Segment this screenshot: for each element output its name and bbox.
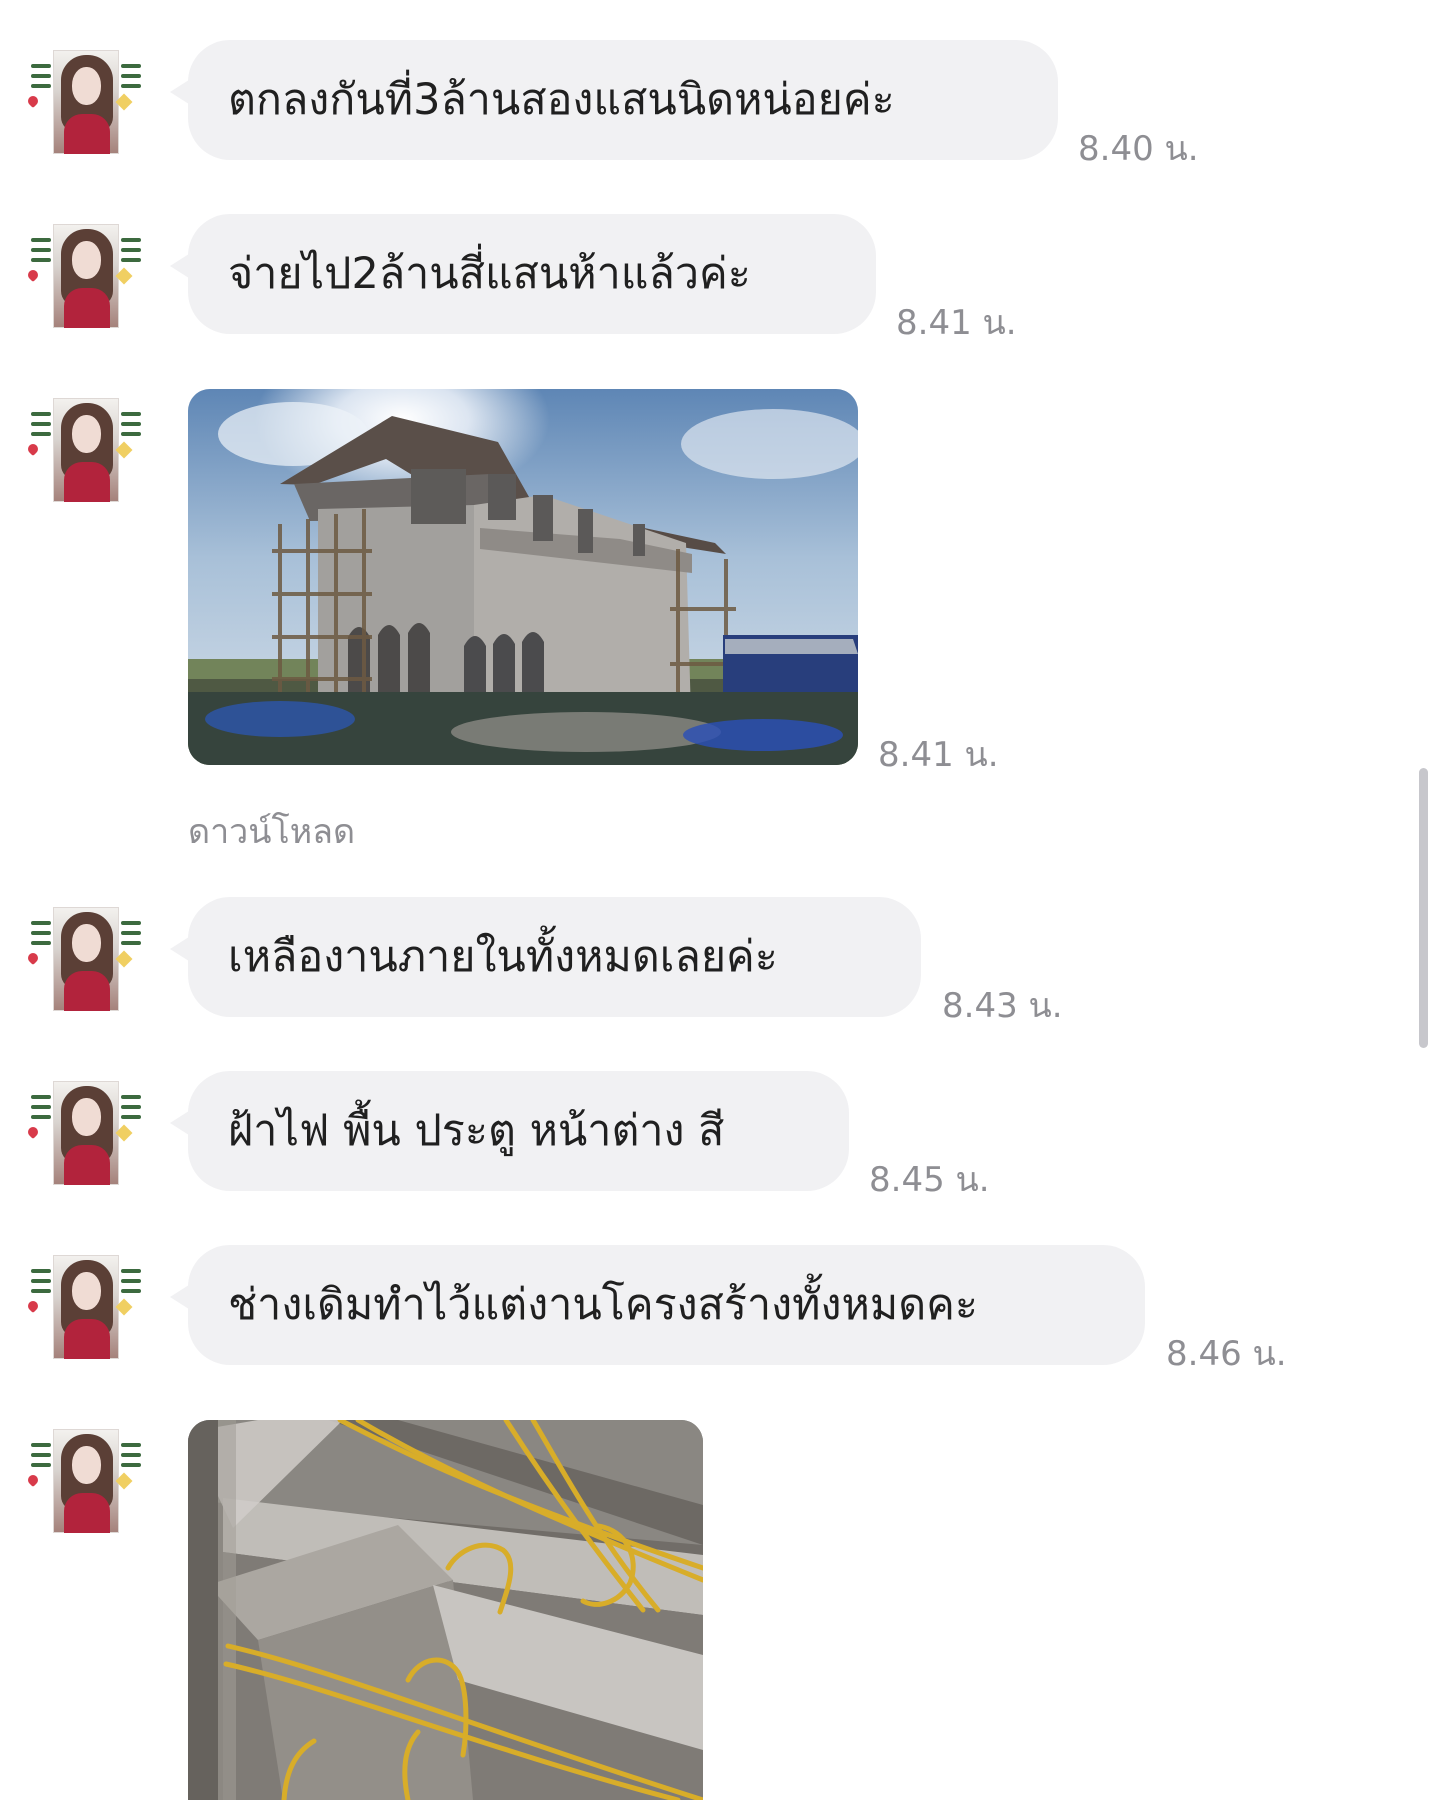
avatar-sticker-right <box>115 915 144 1005</box>
avatar-sticker-left <box>28 1263 54 1353</box>
sender-avatar[interactable] <box>28 1429 150 1533</box>
avatar-photo <box>53 907 119 1011</box>
message-time: 8.41 น. <box>878 735 999 775</box>
message-bubble[interactable]: ตกลงกันที่3ล้านสองแสนนิดหน่อยค่ะ <box>170 40 1058 160</box>
download-link[interactable]: ดาวน์โหลด <box>188 804 355 858</box>
avatar-sticker-right <box>115 232 144 322</box>
avatar-sticker-left <box>28 58 54 148</box>
avatar-sticker-left <box>28 1437 54 1527</box>
avatar-sticker-right <box>115 1089 144 1179</box>
message-time: 8.41 น. <box>896 303 1017 343</box>
sender-avatar[interactable] <box>28 398 150 502</box>
avatar-photo <box>53 1255 119 1359</box>
ceiling-conduits-image <box>188 1420 703 1800</box>
avatar-sticker-left <box>28 915 54 1005</box>
sender-avatar[interactable] <box>28 50 150 154</box>
avatar-sticker-left <box>28 232 54 322</box>
sender-avatar[interactable] <box>28 224 150 328</box>
avatar-photo <box>53 398 119 502</box>
avatar-sticker-right <box>115 1437 144 1527</box>
avatar-photo <box>53 224 119 328</box>
avatar-photo <box>53 1081 119 1185</box>
sender-avatar[interactable] <box>28 1255 150 1359</box>
message-time: 8.45 น. <box>869 1160 990 1200</box>
avatar-sticker-right <box>115 58 144 148</box>
message-time: 8.43 น. <box>942 986 1063 1026</box>
message-time: 8.46 น. <box>1166 1334 1287 1374</box>
avatar-photo <box>53 1429 119 1533</box>
scrollbar[interactable] <box>1419 768 1428 1048</box>
message-bubble[interactable]: เหลืองานภายในทั้งหมดเลยค่ะ <box>170 897 921 1017</box>
avatar-sticker-right <box>115 1263 144 1353</box>
avatar-photo <box>53 50 119 154</box>
avatar-sticker-right <box>115 406 144 496</box>
avatar-sticker-left <box>28 1089 54 1179</box>
message-bubble[interactable]: จ่ายไป2ล้านสี่แสนห้าแล้วค่ะ <box>170 214 876 334</box>
message-time: 8.40 น. <box>1078 129 1199 169</box>
message-bubble[interactable]: ฝ้าไฟ พื้น ประตู หน้าต่าง สี <box>170 1071 849 1191</box>
sender-avatar[interactable] <box>28 1081 150 1185</box>
ceiling-photo-message[interactable] <box>188 1420 703 1800</box>
house-photo-message[interactable] <box>188 389 858 765</box>
sender-avatar[interactable] <box>28 907 150 1011</box>
avatar-sticker-left <box>28 406 54 496</box>
house-construction-image <box>188 389 858 765</box>
chat-conversation: ตกลงกันที่3ล้านสองแสนนิดหน่อยค่ะ 8.40 น.… <box>0 0 1440 1800</box>
message-bubble[interactable]: ช่างเดิมทำไว้แต่งานโครงสร้างทั้งหมดคะ <box>170 1245 1145 1365</box>
